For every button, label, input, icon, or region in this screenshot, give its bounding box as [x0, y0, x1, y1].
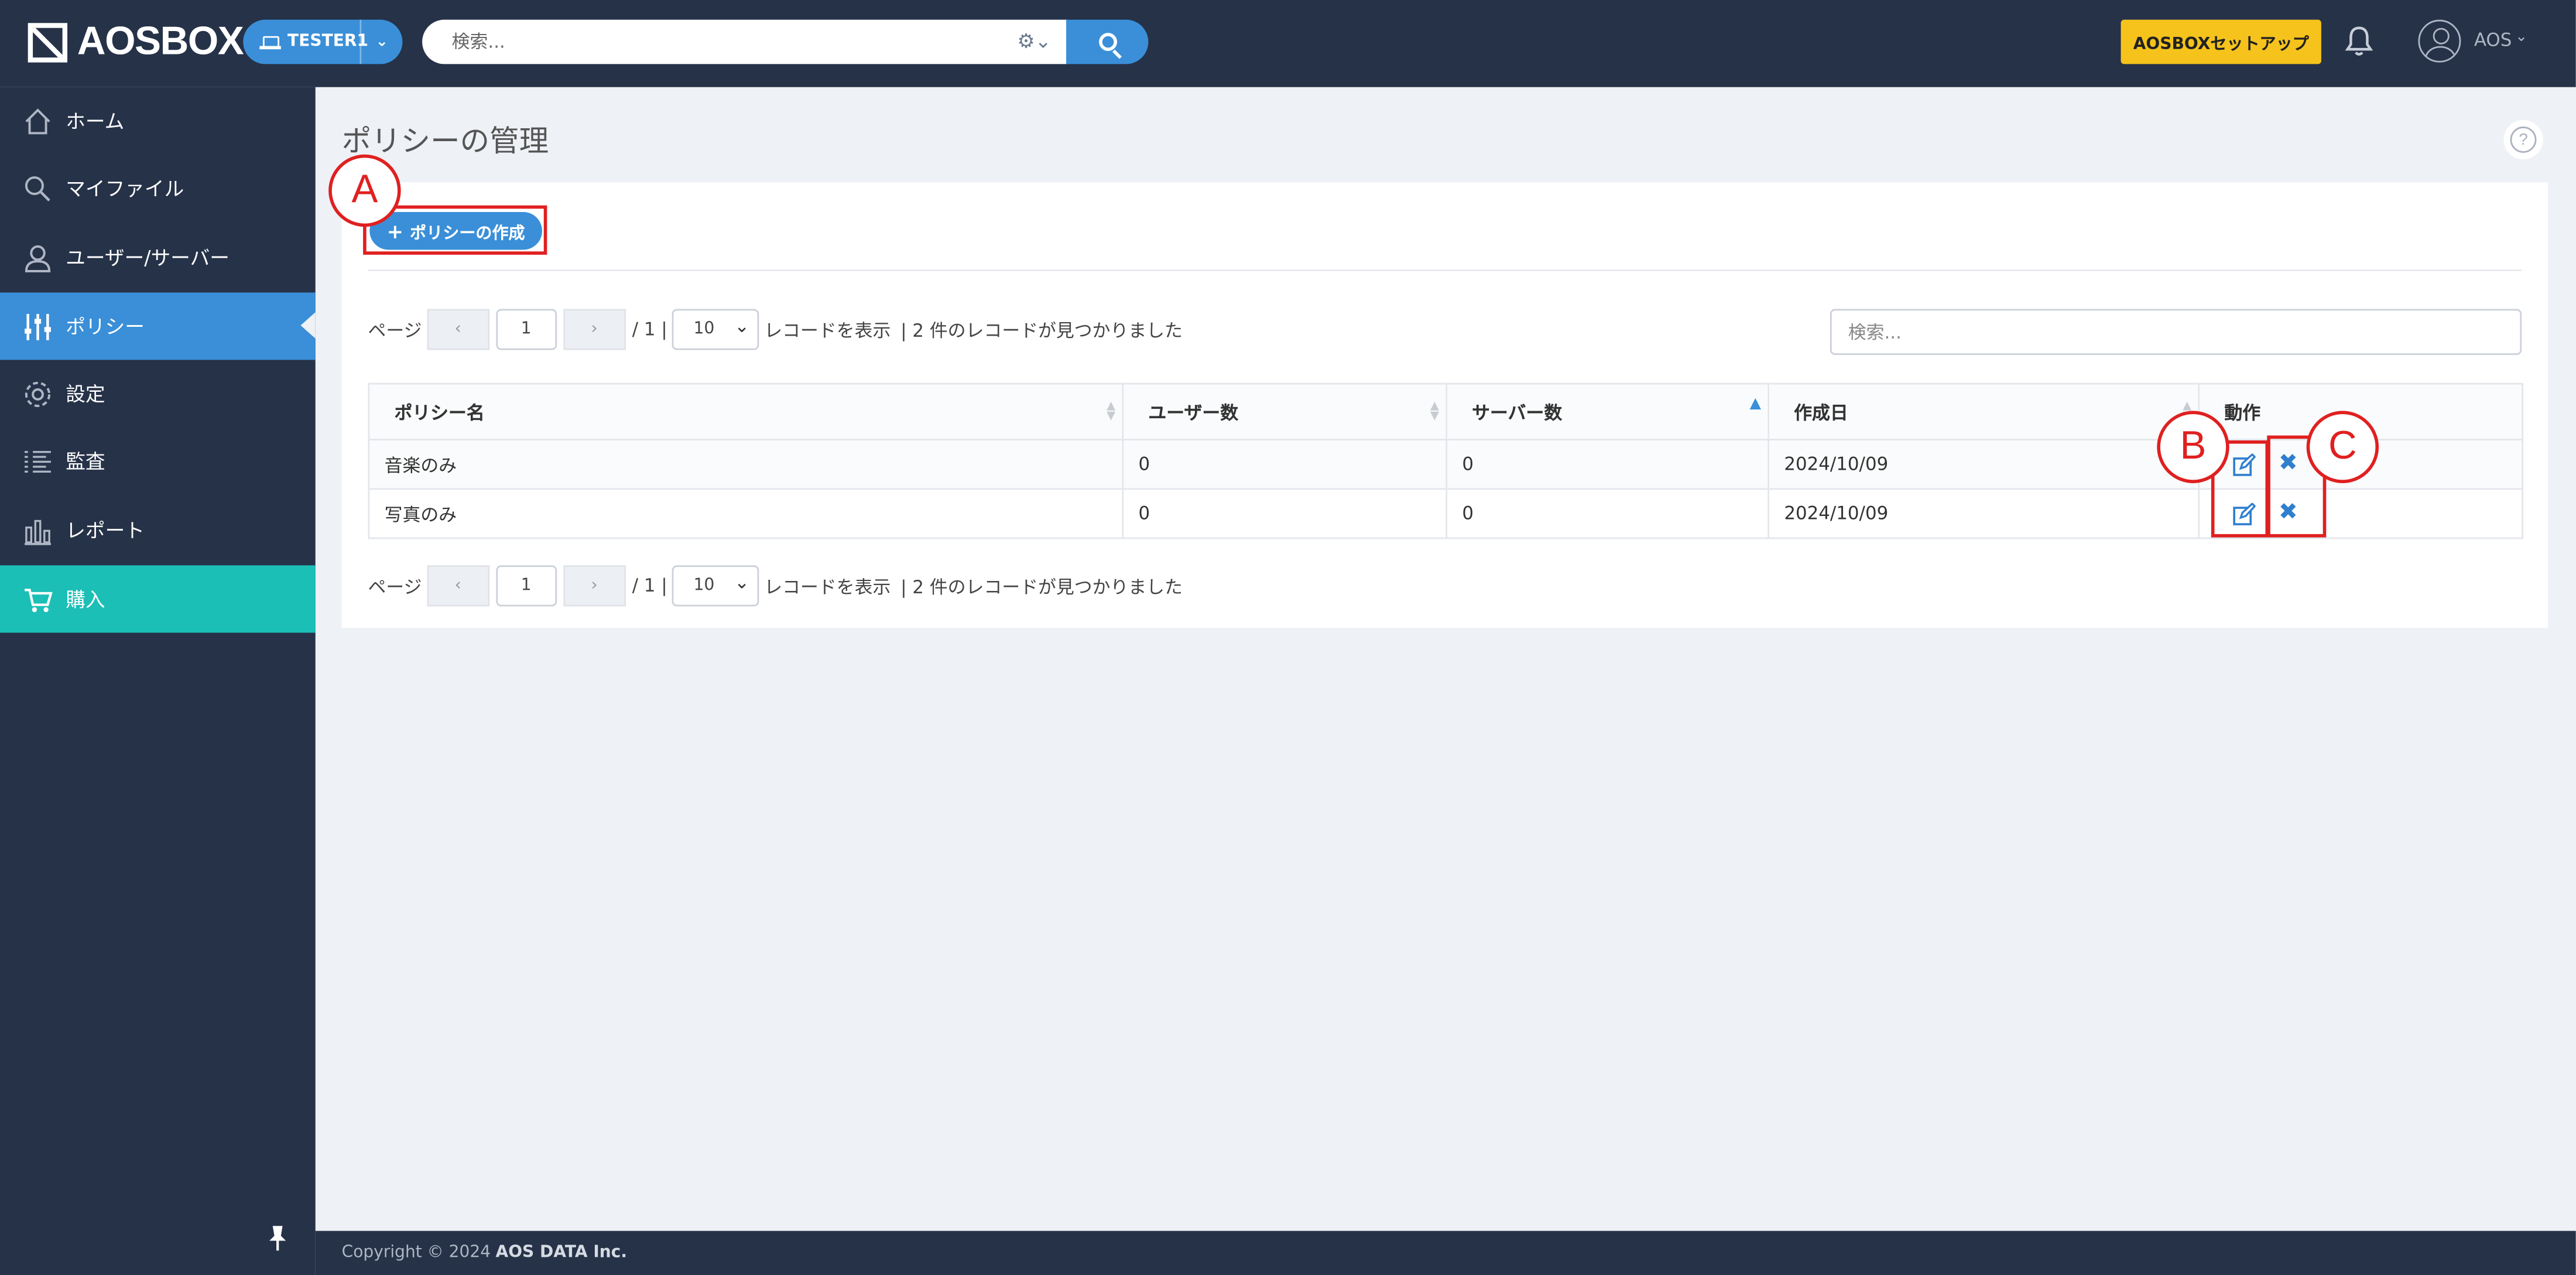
annotation-c: C — [2306, 411, 2379, 483]
logo-text: AOSBOX — [77, 19, 244, 64]
bar-chart-icon — [25, 519, 51, 545]
sidebar-item-label: ポリシー — [66, 315, 145, 339]
gear-icon — [25, 381, 51, 406]
sort-icon: ▲▼ — [1107, 399, 1116, 423]
cell-policy-name: 音楽のみ — [368, 439, 1124, 490]
sidebar-item-label: マイファイル — [66, 177, 184, 201]
company-name: AOS DATA Inc. — [495, 1244, 628, 1263]
cell-user-count: 0 — [1122, 488, 1448, 539]
total-pages: / 1 | — [632, 575, 667, 597]
page-number-input[interactable]: 1 — [495, 565, 557, 607]
global-search-button[interactable] — [1066, 19, 1149, 64]
column-header-created-date[interactable]: 作成日▲▼ — [1767, 382, 2200, 441]
top-bar: AOSBOX TESTER1 ⌄ ⚙⌄ AOSBOXセットアップ AOS ⌄ — [0, 0, 2576, 87]
cell-policy-name: 写真のみ — [368, 488, 1124, 539]
page-number-input[interactable]: 1 — [495, 309, 557, 350]
sliders-icon — [25, 313, 51, 340]
sidebar-item-label: 設定 — [66, 382, 105, 406]
page-label: ページ — [368, 319, 422, 341]
cell-user-count: 0 — [1122, 439, 1448, 490]
global-search-input[interactable] — [451, 31, 978, 53]
pager-top: ページ ‹ 1 › / 1 | 10 レコードを表示 | 2 件のレコードが見つ… — [368, 309, 1183, 350]
records-label: レコードを表示 — [764, 576, 891, 597]
footer: Copyright © 2024 AOS DATA Inc. — [315, 1230, 2576, 1275]
cell-server-count: 0 — [1445, 488, 1770, 539]
aosbox-setup-button[interactable]: AOSBOXセットアップ — [2121, 19, 2321, 64]
table-search — [1830, 309, 2522, 356]
table-row: 写真のみ 0 0 2024/10/09 ✖ — [368, 488, 2524, 539]
user-avatar-icon[interactable] — [2418, 19, 2461, 63]
user-name[interactable]: AOS — [2474, 30, 2512, 51]
page-label: ページ — [368, 576, 422, 597]
chevron-down-icon[interactable]: ⌄ — [359, 19, 403, 64]
search-options-gear-icon[interactable]: ⚙⌄ — [1017, 30, 1051, 53]
list-icon — [25, 450, 51, 472]
tenant-selector[interactable]: TESTER1 ⌄ — [243, 19, 403, 64]
divider — [368, 269, 2522, 271]
annotation-a: A — [328, 154, 401, 227]
column-header-label: サーバー数 — [1472, 402, 1563, 423]
next-page-button[interactable]: › — [563, 309, 626, 350]
prev-page-button[interactable]: ‹ — [426, 309, 489, 350]
sidebar-item-settings[interactable]: 設定 — [0, 360, 316, 428]
cell-created-date: 2024/10/09 — [1767, 488, 2200, 539]
page-size-select[interactable]: 10 — [672, 565, 759, 607]
column-header-label: 動作 — [2224, 402, 2261, 423]
records-label: レコードを表示 — [764, 319, 891, 341]
column-header-user-count[interactable]: ユーザー数 ▲ ▼ — [1122, 382, 1448, 441]
page-title: ポリシーの管理 — [341, 125, 549, 160]
sidebar: ホーム マイファイル ユーザー/サーバー ポリシー 設定 監査 レポート 購入 — [0, 87, 316, 1275]
found-count: | 2 件のレコードが見つかりました — [900, 319, 1183, 341]
column-header-label: 作成日 — [1794, 402, 1848, 423]
sidebar-item-users-servers[interactable]: ユーザー/サーバー — [0, 224, 316, 291]
annotation-b: B — [2157, 411, 2229, 483]
logo[interactable]: AOSBOX — [28, 20, 244, 66]
cell-created-date: 2024/10/09 — [1767, 439, 2200, 490]
sidebar-item-label: ホーム — [66, 110, 125, 134]
sidebar-item-purchase[interactable]: 購入 — [0, 565, 316, 633]
sidebar-item-home[interactable]: ホーム — [0, 87, 316, 155]
laptop-icon — [259, 36, 281, 49]
pager-bottom: ページ ‹ 1 › / 1 | 10 レコードを表示 | 2 件のレコードが見つ… — [368, 565, 1183, 607]
help-button[interactable]: ? — [2503, 119, 2543, 160]
copyright-text: Copyright © 2024 — [341, 1244, 491, 1263]
sidebar-item-report[interactable]: レポート — [0, 496, 316, 563]
global-search: ⚙⌄ — [422, 19, 1068, 64]
question-icon: ? — [2510, 127, 2537, 153]
home-icon — [25, 107, 50, 134]
pin-icon[interactable] — [268, 1224, 287, 1251]
sidebar-item-label: 購入 — [66, 588, 105, 611]
sidebar-item-audit[interactable]: 監査 — [0, 428, 316, 495]
sidebar-item-label: ユーザー/サーバー — [66, 246, 229, 270]
logo-mark-icon — [28, 23, 68, 63]
sort-icon: ▲▼ — [1430, 399, 1440, 423]
total-pages: / 1 | — [632, 319, 667, 340]
sort-ascending-icon: ▲ — [1749, 396, 1762, 413]
column-header-label: ポリシー名 — [394, 402, 485, 423]
search-icon — [25, 175, 50, 201]
sidebar-item-my-files[interactable]: マイファイル — [0, 155, 316, 222]
prev-page-button[interactable]: ‹ — [426, 565, 489, 607]
page-size-select[interactable]: 10 — [672, 309, 759, 350]
cart-icon — [25, 587, 53, 611]
user-icon — [25, 244, 51, 272]
bell-icon[interactable] — [2344, 25, 2374, 57]
search-icon — [1098, 33, 1116, 51]
column-header-server-count[interactable]: サーバー数 ▲ — [1445, 382, 1770, 441]
table-search-input[interactable] — [1848, 321, 2473, 343]
user-chevron-down-icon[interactable]: ⌄ — [2515, 30, 2527, 46]
next-page-button[interactable]: › — [563, 565, 626, 607]
sidebar-item-label: 監査 — [66, 450, 105, 474]
column-header-policy-name[interactable]: ポリシー名 ▲ ▼ — [368, 382, 1124, 441]
column-header-label: ユーザー数 — [1148, 402, 1239, 423]
found-count: | 2 件のレコードが見つかりました — [900, 576, 1183, 597]
cell-server-count: 0 — [1445, 439, 1770, 490]
tenant-label: TESTER1 — [287, 33, 369, 51]
app-screen: AOSBOX TESTER1 ⌄ ⚙⌄ AOSBOXセットアップ AOS ⌄ ホ… — [0, 0, 2576, 1275]
sidebar-item-policy[interactable]: ポリシー — [0, 292, 316, 360]
sidebar-item-label: レポート — [66, 519, 145, 542]
